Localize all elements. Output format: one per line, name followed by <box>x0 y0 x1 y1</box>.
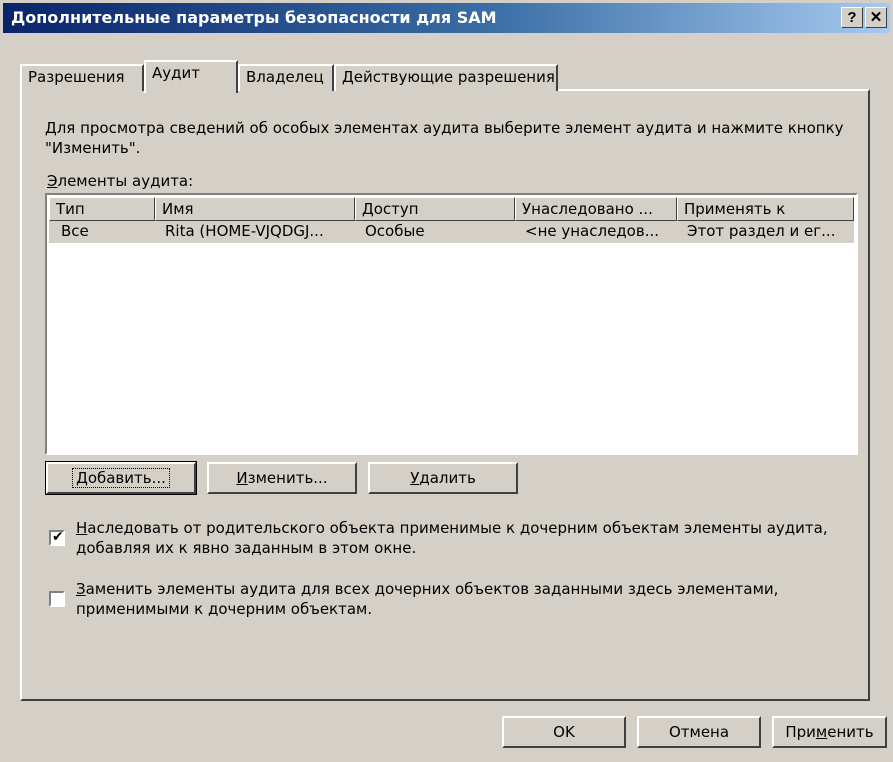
audit-entries-label: Элементы аудита: <box>47 172 194 190</box>
cell-access: Особые <box>365 222 425 240</box>
inherit-checkbox[interactable]: ✔ <box>49 529 65 546</box>
audit-description: Для просмотра сведений об особых элемент… <box>45 119 844 157</box>
tab-effective-permissions[interactable]: Действующие разрешения <box>334 64 558 91</box>
audit-entries-list[interactable]: Тип Имя Доступ Унаследовано ... Применят… <box>45 193 858 455</box>
help-button[interactable]: ? <box>841 7 863 28</box>
cell-apply-to: Этот раздел и ег... <box>687 222 836 240</box>
cancel-button[interactable]: Отмена <box>637 716 761 748</box>
replace-checkbox-label[interactable]: Заменить элементы аудита для всех дочерн… <box>76 579 866 619</box>
close-button[interactable]: ✕ <box>865 7 887 28</box>
security-dialog: Дополнительные параметры безопасности дл… <box>0 0 893 762</box>
table-row[interactable]: Все Rita (HOME-VJQDGJ... Особые <не унас… <box>49 221 854 243</box>
column-header-inherited[interactable]: Унаследовано ... <box>515 197 677 221</box>
edit-button[interactable]: Изменить... <box>207 462 357 494</box>
inherit-checkbox-label[interactable]: Наследовать от родительского объекта при… <box>76 518 866 558</box>
ok-button[interactable]: OK <box>502 716 626 748</box>
cell-type: Все <box>61 222 89 240</box>
column-header-apply-to[interactable]: Применять к <box>677 197 854 221</box>
column-header-type[interactable]: Тип <box>49 197 155 221</box>
add-button[interactable]: Добавить... <box>45 461 197 495</box>
apply-button[interactable]: Применить <box>772 716 887 748</box>
delete-button[interactable]: Удалить <box>368 462 518 494</box>
tab-audit[interactable]: Аудит <box>144 60 238 93</box>
replace-checkbox[interactable] <box>49 591 65 607</box>
cell-inherited: <не унаследов... <box>525 222 660 240</box>
checkmark-icon: ✔ <box>52 529 64 545</box>
column-header-name[interactable]: Имя <box>155 197 355 221</box>
tab-owner[interactable]: Владелец <box>238 64 334 91</box>
tab-permissions[interactable]: Разрешения <box>20 64 144 91</box>
close-icon: ✕ <box>869 9 883 26</box>
window-title: Дополнительные параметры безопасности дл… <box>11 8 497 27</box>
title-bar[interactable]: Дополнительные параметры безопасности дл… <box>3 3 890 33</box>
cell-name: Rita (HOME-VJQDGJ... <box>165 222 324 240</box>
column-header-access[interactable]: Доступ <box>355 197 515 221</box>
